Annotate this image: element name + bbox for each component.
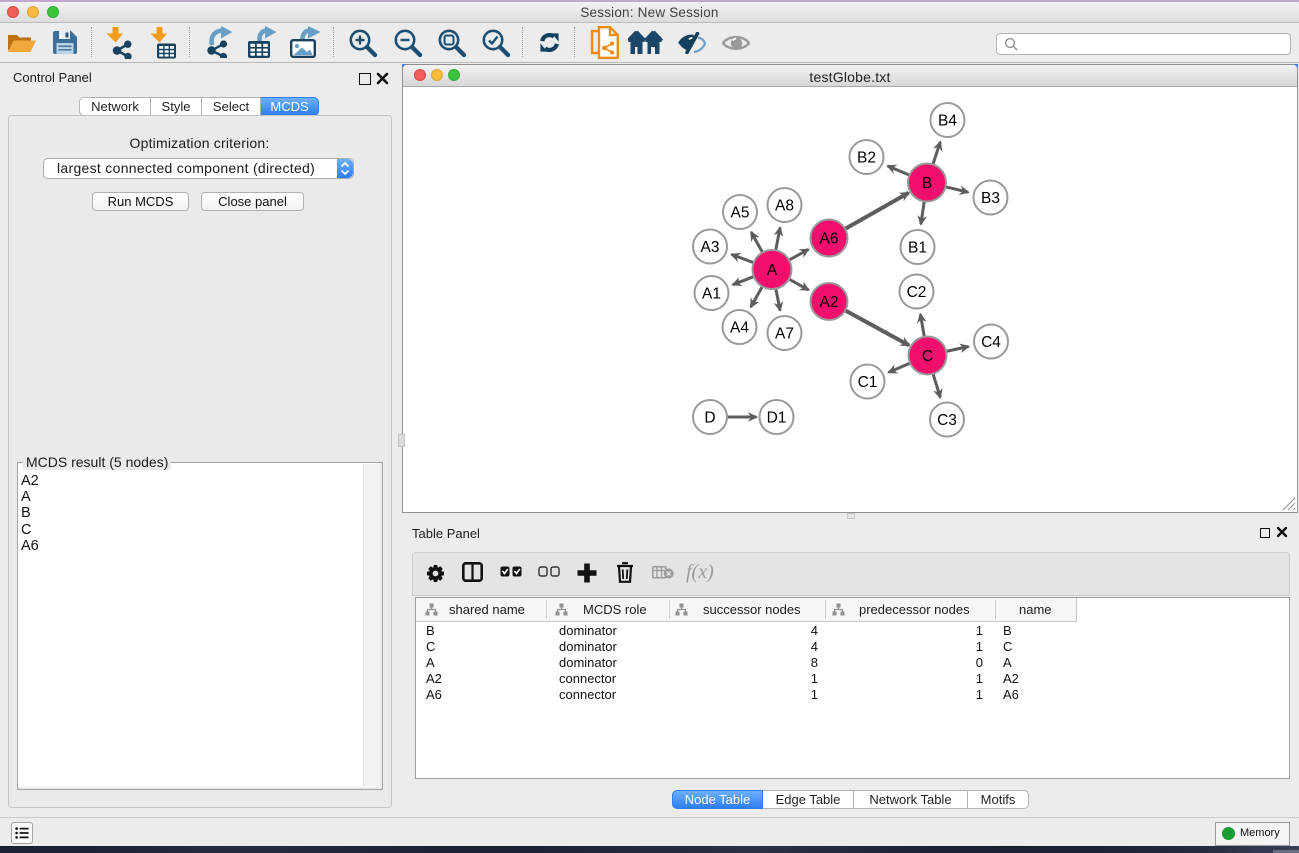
svg-text:A4: A4 [730, 320, 749, 337]
svg-text:B1: B1 [908, 240, 927, 257]
svg-text:C2: C2 [907, 284, 927, 301]
svg-text:A5: A5 [731, 205, 750, 222]
svg-text:A: A [767, 262, 778, 279]
svg-text:D1: D1 [767, 410, 787, 427]
svg-text:C4: C4 [981, 334, 1001, 351]
svg-text:A8: A8 [775, 198, 794, 215]
svg-text:B3: B3 [981, 190, 1000, 207]
svg-text:C3: C3 [937, 412, 957, 429]
svg-text:C1: C1 [858, 374, 878, 391]
svg-text:D: D [704, 410, 715, 427]
svg-text:A3: A3 [701, 239, 720, 256]
svg-text:A2: A2 [820, 294, 839, 311]
svg-text:A7: A7 [775, 326, 794, 343]
svg-text:A6: A6 [820, 231, 839, 248]
svg-text:A1: A1 [702, 286, 721, 303]
svg-text:B2: B2 [857, 150, 876, 167]
svg-text:B: B [922, 175, 932, 192]
svg-text:C: C [922, 348, 933, 365]
svg-text:B4: B4 [938, 113, 957, 130]
